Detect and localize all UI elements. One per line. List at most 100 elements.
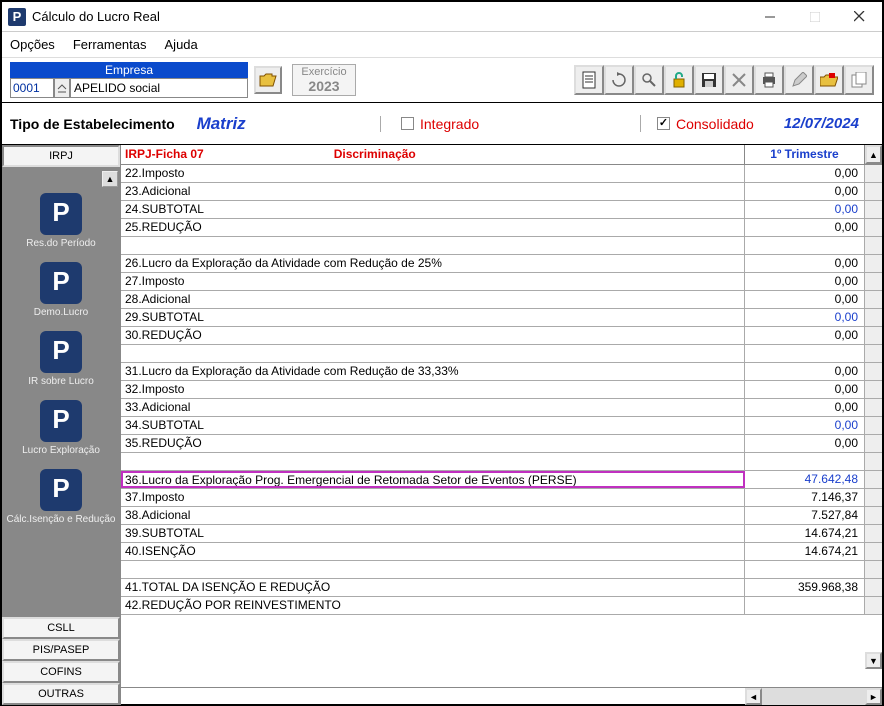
scroll-up-button[interactable]: ▲ bbox=[865, 145, 882, 164]
grid-row[interactable]: 22.Imposto0,00 bbox=[121, 165, 882, 183]
grid-row[interactable]: 24.SUBTOTAL0,00 bbox=[121, 201, 882, 219]
grid-header-value[interactable]: 1º Trimestre bbox=[745, 145, 865, 164]
scrollbar-track[interactable] bbox=[865, 489, 882, 506]
grid-row[interactable]: 40.ISENÇÃO14.674,21 bbox=[121, 543, 882, 561]
grid-row[interactable]: 29.SUBTOTAL0,00 bbox=[121, 309, 882, 327]
empresa-box: Empresa bbox=[10, 62, 248, 98]
sidebar-tab-outras[interactable]: OUTRAS bbox=[2, 683, 120, 705]
menu-ferramentas[interactable]: Ferramentas bbox=[73, 37, 147, 52]
scroll-right-button[interactable]: ► bbox=[865, 688, 882, 705]
scrollbar-track[interactable] bbox=[865, 237, 882, 254]
lock-button[interactable] bbox=[664, 65, 694, 95]
consolidado-label: Consolidado bbox=[676, 116, 754, 132]
sidebar-tab-irpj[interactable]: IRPJ bbox=[2, 145, 120, 167]
scrollbar-track[interactable] bbox=[865, 543, 882, 560]
minimize-button[interactable] bbox=[747, 3, 792, 31]
grid-cell-value: 14.674,21 bbox=[745, 543, 865, 560]
empresa-code-input[interactable] bbox=[10, 78, 54, 98]
scrollbar-track[interactable] bbox=[865, 219, 882, 236]
scrollbar-track[interactable] bbox=[865, 327, 882, 344]
close-button[interactable] bbox=[837, 3, 882, 31]
p-icon: P bbox=[40, 331, 82, 373]
copy-button[interactable] bbox=[844, 65, 874, 95]
scrollbar-track[interactable] bbox=[865, 273, 882, 290]
print-button[interactable] bbox=[754, 65, 784, 95]
scroll-down-button[interactable]: ▼ bbox=[865, 652, 882, 669]
grid-row[interactable]: 30.REDUÇÃO0,00 bbox=[121, 327, 882, 345]
date-value: 12/07/2024 bbox=[784, 115, 859, 132]
integrado-checkbox[interactable] bbox=[401, 117, 414, 130]
sidebar-tab-cofins[interactable]: COFINS bbox=[2, 661, 120, 683]
grid-row[interactable]: 38.Adicional7.527,84 bbox=[121, 507, 882, 525]
sidebar-tab-csll[interactable]: CSLL bbox=[2, 617, 120, 639]
search-button[interactable] bbox=[634, 65, 664, 95]
grid-row[interactable]: 41.TOTAL DA ISENÇÃO E REDUÇÃO359.968,38 bbox=[121, 579, 882, 597]
grid-spacer-row bbox=[121, 561, 882, 579]
refresh-button[interactable] bbox=[604, 65, 634, 95]
scrollbar-track[interactable] bbox=[865, 255, 882, 272]
grid-cell-disc: 24.SUBTOTAL bbox=[121, 201, 745, 218]
delete-button[interactable] bbox=[724, 65, 754, 95]
open-folder-button[interactable] bbox=[254, 66, 282, 94]
scrollbar-track[interactable] bbox=[865, 579, 882, 596]
scrollbar-track[interactable] bbox=[865, 453, 882, 470]
grid-cell-value: 7.527,84 bbox=[745, 507, 865, 524]
scroll-left-button[interactable]: ◄ bbox=[745, 688, 762, 705]
grid-row[interactable]: 27.Imposto0,00 bbox=[121, 273, 882, 291]
menu-opcoes[interactable]: Opções bbox=[10, 37, 55, 52]
grid-row[interactable]: 33.Adicional0,00 bbox=[121, 399, 882, 417]
scrollbar-track[interactable] bbox=[865, 507, 882, 524]
scrollbar-track[interactable] bbox=[865, 345, 882, 362]
maximize-button[interactable] bbox=[792, 3, 837, 31]
grid-row[interactable]: 25.REDUÇÃO0,00 bbox=[121, 219, 882, 237]
scrollbar-track[interactable] bbox=[865, 165, 882, 182]
sidebar-item-ir-sobre-lucro[interactable]: P IR sobre Lucro bbox=[28, 331, 94, 388]
export-button[interactable] bbox=[814, 65, 844, 95]
grid-spacer-row bbox=[121, 453, 882, 471]
scroll-track[interactable] bbox=[762, 688, 865, 705]
scrollbar-track[interactable] bbox=[865, 435, 882, 452]
scrollbar-track[interactable] bbox=[865, 363, 882, 380]
toolbar: Empresa Exercício 2023 bbox=[2, 58, 882, 103]
sidebar-item-lucro-exploracao[interactable]: P Lucro Exploração bbox=[22, 400, 100, 457]
scrollbar-track[interactable] bbox=[865, 381, 882, 398]
grid-row[interactable]: 34.SUBTOTAL0,00 bbox=[121, 417, 882, 435]
empresa-dropdown-button[interactable] bbox=[54, 78, 70, 98]
scrollbar-track[interactable] bbox=[865, 417, 882, 434]
consolidado-checkbox[interactable] bbox=[657, 117, 670, 130]
scrollbar-track[interactable] bbox=[865, 309, 882, 326]
document-button[interactable] bbox=[574, 65, 604, 95]
menu-ajuda[interactable]: Ajuda bbox=[165, 37, 198, 52]
sidebar-item-res-periodo[interactable]: P Res.do Período bbox=[26, 193, 96, 250]
grid-row[interactable]: 36.Lucro da Exploração Prog. Emergencial… bbox=[121, 471, 882, 489]
scrollbar-track[interactable] bbox=[865, 525, 882, 542]
scrollbar-track[interactable] bbox=[865, 471, 882, 488]
edit-button[interactable] bbox=[784, 65, 814, 95]
sidebar-item-label: Lucro Exploração bbox=[22, 445, 100, 457]
p-icon: P bbox=[40, 400, 82, 442]
grid-row[interactable]: 28.Adicional0,00 bbox=[121, 291, 882, 309]
scrollbar-track[interactable] bbox=[865, 399, 882, 416]
grid-row[interactable]: 23.Adicional0,00 bbox=[121, 183, 882, 201]
grid-row[interactable]: 39.SUBTOTAL14.674,21 bbox=[121, 525, 882, 543]
sidebar-item-label: Demo.Lucro bbox=[34, 307, 88, 319]
grid-row[interactable]: 37.Imposto7.146,37 bbox=[121, 489, 882, 507]
sidebar-item-calc-isencao[interactable]: P Cálc.Isenção e Redução bbox=[7, 469, 116, 526]
grid-row[interactable]: 42.REDUÇÃO POR REINVESTIMENTO bbox=[121, 597, 882, 615]
grid-row[interactable]: 31.Lucro da Exploração da Atividade com … bbox=[121, 363, 882, 381]
grid-row[interactable]: 32.Imposto0,00 bbox=[121, 381, 882, 399]
scrollbar-track[interactable] bbox=[865, 291, 882, 308]
sidebar-tab-pis-pasep[interactable]: PIS/PASEP bbox=[2, 639, 120, 661]
scrollbar-track[interactable] bbox=[865, 201, 882, 218]
scrollbar-track[interactable] bbox=[865, 597, 882, 614]
app-icon: P bbox=[8, 8, 26, 26]
grid-cell-disc: 25.REDUÇÃO bbox=[121, 219, 745, 236]
grid-row[interactable]: 26.Lucro da Exploração da Atividade com … bbox=[121, 255, 882, 273]
save-button[interactable] bbox=[694, 65, 724, 95]
grid-row[interactable]: 35.REDUÇÃO0,00 bbox=[121, 435, 882, 453]
scrollbar-track[interactable] bbox=[865, 561, 882, 578]
scrollbar-track[interactable] bbox=[865, 183, 882, 200]
empresa-name-input[interactable] bbox=[70, 78, 248, 98]
sidebar-scroll-up[interactable]: ▲ bbox=[102, 171, 118, 187]
sidebar-item-demo-lucro[interactable]: P Demo.Lucro bbox=[34, 262, 88, 319]
